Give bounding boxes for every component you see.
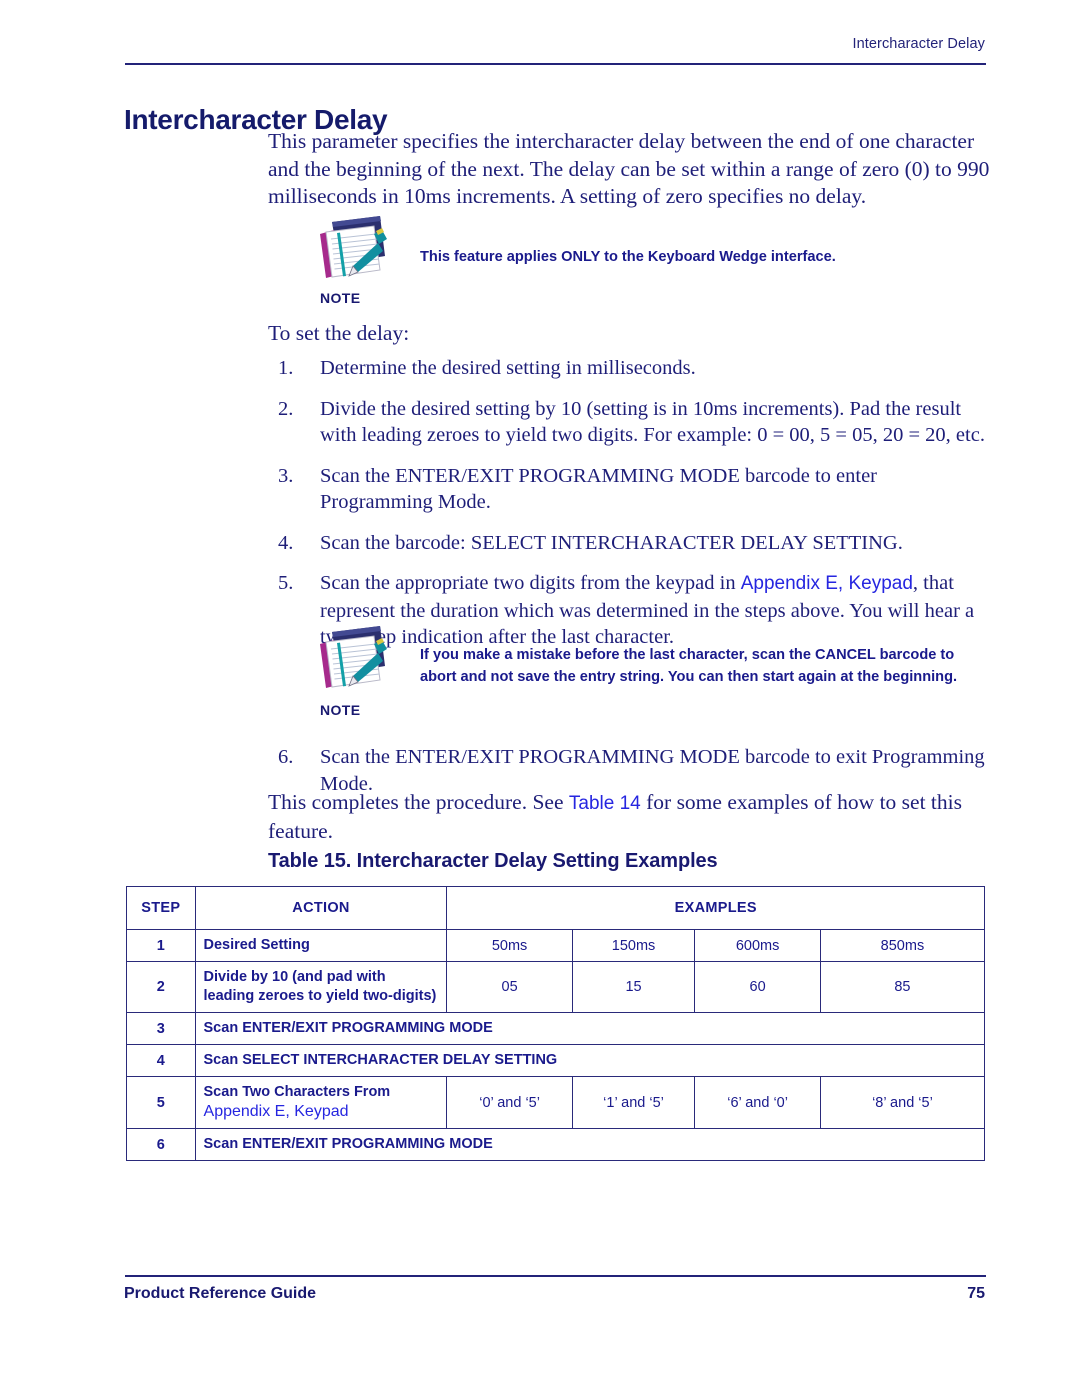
list-item-text: Determine the desired setting in millise… — [320, 357, 696, 379]
table-row: 6 Scan ENTER/EXIT PROGRAMMING MODE — [126, 1128, 986, 1161]
list-item: 2. Divide the desired setting by 10 (set… — [268, 396, 990, 449]
intro-paragraph: This parameter specifies the intercharac… — [268, 129, 990, 208]
cell-example: ‘6’ and ‘0’ — [694, 1076, 821, 1129]
table-row: 3 Scan ENTER/EXIT PROGRAMMING MODE — [126, 1012, 986, 1045]
list-item: 3. Scan the ENTER/EXIT PROGRAMMING MODE … — [268, 463, 990, 516]
list-item-text: Divide the desired setting by 10 (settin… — [320, 397, 985, 447]
header-step: STEP — [126, 886, 196, 930]
cell-example: 15 — [571, 961, 696, 1013]
table-14-link[interactable]: Table 14 — [569, 793, 641, 814]
running-header: Intercharacter Delay — [852, 36, 985, 52]
notepad-pencil-icon — [312, 212, 390, 286]
note-label-2: NOTE — [320, 702, 361, 718]
cell-example: ‘1’ and ‘5’ — [571, 1076, 696, 1129]
note-text-2-line2: abort and not save the entry string. You… — [420, 669, 958, 685]
cell-example: 60 — [694, 961, 821, 1013]
cell-example: ‘0’ and ‘5’ — [446, 1076, 573, 1129]
intro-block: This parameter specifies the intercharac… — [268, 128, 990, 211]
cell-action: Scan SELECT INTERCHARACTER DELAY SETTING — [194, 1044, 986, 1077]
procedure-lead: To set the delay: — [268, 321, 410, 345]
table-row: 5 Scan Two Characters From Appendix E, K… — [126, 1076, 986, 1129]
note-text-1: This feature applies ONLY to the Keyboar… — [420, 249, 836, 265]
document-page: Intercharacter Delay Intercharacter Dela… — [0, 0, 1080, 1397]
cell-example: 150ms — [571, 929, 696, 962]
cell-example: 85 — [819, 961, 986, 1013]
cell-example: 50ms — [446, 929, 573, 962]
list-item-number: 5. — [278, 572, 294, 594]
cell-step: 3 — [126, 1012, 196, 1045]
cell-action: Desired Setting — [194, 929, 448, 962]
closing-block: This completes the procedure. See Table … — [268, 789, 990, 845]
header-action: ACTION — [194, 886, 448, 930]
list-item-text: Scan the ENTER/EXIT PROGRAMMING MODE bar… — [320, 464, 878, 514]
cell-step: 4 — [126, 1044, 196, 1077]
cell-action: Scan Two Characters From Appendix E, Key… — [194, 1076, 448, 1129]
closing-text-pre: This completes the procedure. See — [268, 790, 569, 814]
list-item: 1. Determine the desired setting in mill… — [268, 355, 990, 382]
header-divider — [125, 63, 986, 65]
notepad-pencil-icon — [312, 622, 390, 696]
intercharacter-delay-examples-table: STEP ACTION EXAMPLES 1 Desired Setting 5… — [126, 886, 986, 1161]
cell-action: Scan ENTER/EXIT PROGRAMMING MODE — [194, 1128, 986, 1161]
appendix-e-keypad-link[interactable]: Appendix E, Keypad — [741, 573, 913, 594]
footer-page-number: 75 — [967, 1285, 985, 1302]
procedure-steps-part1: 1. Determine the desired setting in mill… — [268, 355, 990, 665]
cell-example: ‘8’ and ‘5’ — [819, 1076, 986, 1129]
cell-action: Divide by 10 (and pad with leading zeroe… — [194, 961, 448, 1013]
list-item-number: 6. — [278, 746, 294, 768]
table-row: 4 Scan SELECT INTERCHARACTER DELAY SETTI… — [126, 1044, 986, 1077]
cell-example: 600ms — [694, 929, 821, 962]
list-item-text: Scan the ENTER/EXIT PROGRAMMING MODE bar… — [320, 746, 985, 795]
cell-step: 1 — [126, 929, 196, 962]
header-examples: EXAMPLES — [446, 886, 985, 930]
list-item-number: 4. — [278, 531, 294, 554]
table-header-row: STEP ACTION EXAMPLES — [126, 886, 985, 930]
cell-step: 5 — [126, 1076, 196, 1129]
cell-example: 850ms — [819, 929, 986, 962]
table-row: 2 Divide by 10 (and pad with leading zer… — [126, 961, 986, 1013]
cell-step: 6 — [126, 1128, 196, 1161]
closing-paragraph: This completes the procedure. See Table … — [268, 789, 990, 845]
footer-divider — [125, 1275, 986, 1277]
table-caption: Table 15. Intercharacter Delay Setting E… — [268, 850, 718, 872]
appendix-e-keypad-link[interactable]: Appendix E, Keypad — [204, 1103, 349, 1120]
cell-example: 05 — [446, 961, 573, 1013]
list-item-number: 2. — [278, 397, 294, 420]
list-item-number: 3. — [278, 464, 294, 487]
list-item: 4. Scan the barcode: SELECT INTERCHARACT… — [268, 530, 990, 557]
list-item-number: 1. — [278, 357, 294, 379]
note-text-2-line1: If you make a mistake before the last ch… — [420, 647, 955, 663]
list-item-text: Scan the barcode: SELECT INTERCHARACTER … — [320, 531, 903, 554]
cell-action: Scan ENTER/EXIT PROGRAMMING MODE — [194, 1012, 986, 1045]
cell-step: 2 — [126, 961, 196, 1013]
note-label-1: NOTE — [320, 290, 361, 306]
cell-action-text: Scan Two Characters From — [203, 1084, 391, 1100]
table-row: 1 Desired Setting 50ms 150ms 600ms 850ms — [126, 929, 986, 962]
list-item-text-pre: Scan the appropriate two digits from the… — [320, 572, 741, 594]
